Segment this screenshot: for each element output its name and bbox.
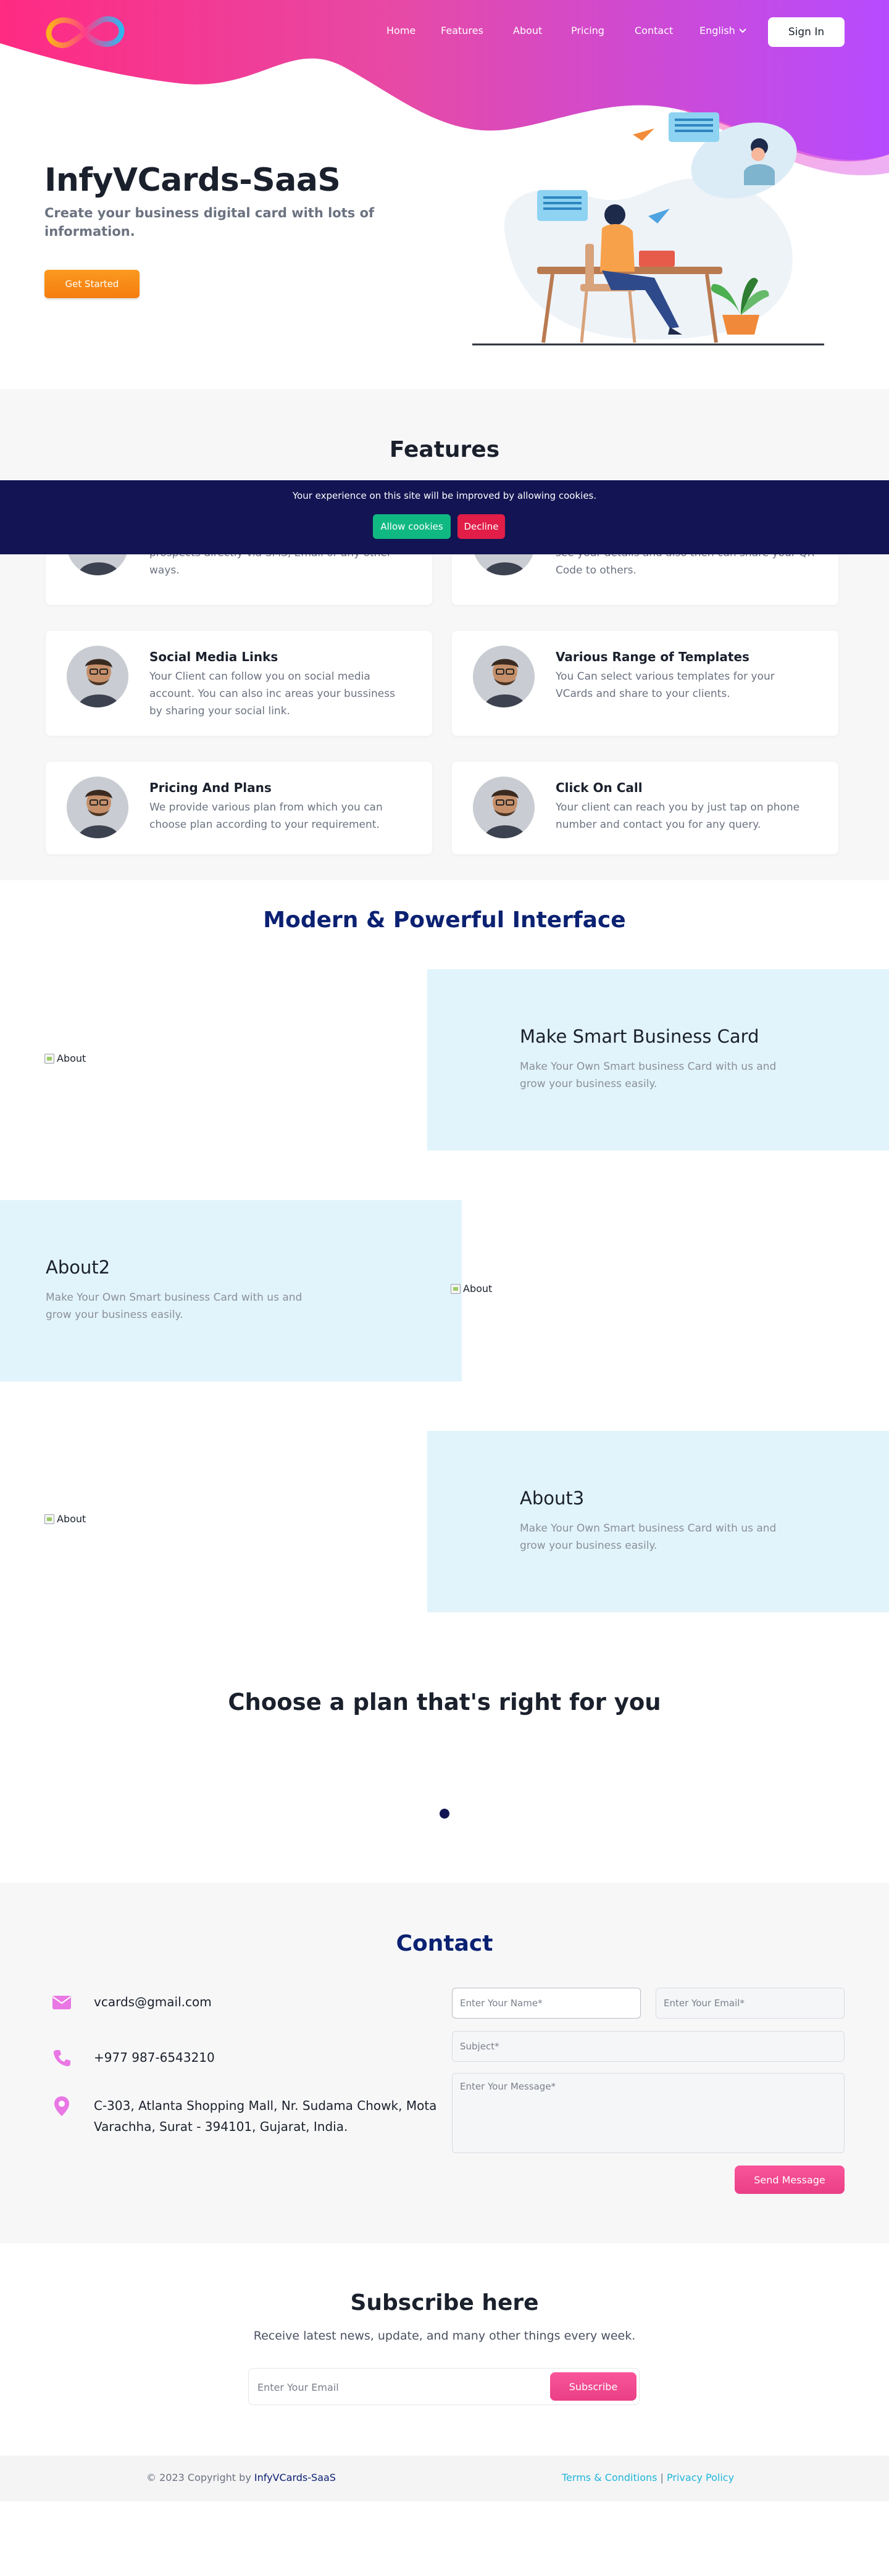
features-title: Features [389, 437, 500, 462]
allow-cookies-button[interactable]: Allow cookies [373, 514, 451, 539]
decline-cookies-button[interactable]: Decline [457, 514, 505, 539]
brand-logo[interactable] [43, 11, 127, 53]
location-pin-icon [51, 2095, 73, 2117]
name-input[interactable] [452, 1988, 641, 2019]
feature-text: You Can select various templates for you… [556, 670, 775, 700]
interface-block: About3 Make Your Own Smart business Card… [427, 1431, 889, 1612]
envelope-icon [51, 1991, 73, 2014]
person-avatar-icon [67, 646, 128, 707]
feature-card: Social Media Links Your Client can follo… [46, 631, 432, 736]
email-input[interactable] [656, 1988, 845, 2019]
contact-email: vcards@gmail.com [51, 1991, 212, 2014]
about-image: About [451, 1283, 492, 1294]
chevron-down-icon [739, 28, 746, 33]
subscribe-email-input[interactable] [257, 2375, 529, 2399]
interface-title: Modern & Powerful Interface [263, 907, 626, 933]
feature-text: Your client can reach you by just tap on… [556, 801, 800, 831]
subscribe-form: Subscribe [248, 2368, 640, 2405]
hero-section: Home Features About Pricing Contact Engl… [0, 0, 889, 389]
nav-home[interactable]: Home [386, 25, 415, 36]
feature-card: Pricing And Plans We provide various pla… [46, 762, 432, 854]
feature-text: Your Client can follow you on social med… [149, 670, 395, 717]
hero-title: InfyVCards-SaaS [44, 162, 341, 199]
contact-phone: +977 987-6543210 [51, 2047, 215, 2069]
get-started-button[interactable]: Get Started [44, 270, 140, 298]
feature-title: Pricing And Plans [149, 780, 272, 795]
interface-block: About2 Make Your Own Smart business Card… [0, 1200, 462, 1382]
avatar [473, 777, 535, 838]
interface-block-text: Make Your Own Smart business Card with u… [520, 1522, 777, 1552]
person-avatar-icon [67, 777, 128, 838]
about-image: About [44, 1513, 86, 1525]
interface-block-title: Make Smart Business Card [520, 1026, 759, 1047]
subscribe-title: Subscribe here [350, 2290, 539, 2315]
contact-phone-text[interactable]: +977 987-6543210 [94, 2047, 215, 2068]
contact-address: C-303, Atlanta Shopping Mall, Nr. Sudama… [51, 2095, 452, 2137]
subscribe-text: Receive latest news, update, and many ot… [253, 2329, 636, 2343]
terms-link[interactable]: Terms & Conditions [562, 2472, 657, 2483]
nav-contact[interactable]: Contact [635, 25, 673, 36]
feature-card: Click On Call Your client can reach you … [452, 762, 838, 854]
nav-pricing[interactable]: Pricing [571, 25, 604, 36]
image-alt-text: About [57, 1513, 86, 1525]
broken-image-icon [44, 1514, 54, 1524]
avatar [67, 777, 128, 838]
privacy-link[interactable]: Privacy Policy [667, 2472, 734, 2483]
plans-title: Choose a plan that's right for you [228, 1689, 661, 1715]
broken-image-icon [451, 1283, 461, 1294]
footer: © 2023 Copyright by InfyVCards-SaaS Term… [0, 2456, 889, 2501]
copyright-text: © 2023 Copyright by [146, 2472, 251, 2483]
about-image: About [44, 1052, 86, 1064]
image-alt-text: About [463, 1283, 493, 1294]
feature-title: Social Media Links [149, 649, 278, 664]
image-alt-text: About [57, 1052, 86, 1064]
avatar [67, 646, 128, 707]
sign-in-button[interactable]: Sign In [768, 17, 845, 47]
hero-subtitle: Create your business digital card with l… [44, 206, 375, 239]
interface-block-text: Make Your Own Smart business Card with u… [46, 1291, 303, 1321]
feature-text: We provide various plan from which you c… [149, 801, 383, 831]
cookie-banner: Your experience on this site will be imp… [0, 480, 889, 554]
interface-block-text: Make Your Own Smart business Card with u… [520, 1061, 777, 1090]
cookie-message: Your experience on this site will be imp… [292, 490, 597, 501]
hero-illustration [472, 112, 824, 346]
phone-icon [51, 2047, 73, 2069]
nav-features[interactable]: Features [441, 25, 483, 36]
broken-image-icon [44, 1053, 54, 1064]
subscribe-button[interactable]: Subscribe [550, 2372, 636, 2401]
copyright-brand[interactable]: InfyVCards-SaaS [254, 2472, 336, 2483]
feature-card: Various Range of Templates You Can selec… [452, 631, 838, 736]
copyright: © 2023 Copyright by InfyVCards-SaaS [146, 2472, 336, 2483]
nav-about[interactable]: About [513, 25, 542, 36]
interface-block-title: About3 [520, 1488, 585, 1509]
carousel-dot[interactable] [440, 1809, 449, 1819]
footer-separator: | [660, 2472, 664, 2483]
footer-links: Terms & Conditions | Privacy Policy [562, 2472, 734, 2483]
avatar [473, 646, 535, 707]
subject-input[interactable] [452, 2031, 845, 2062]
contact-title: Contact [396, 1931, 493, 1956]
interface-block: Make Smart Business Card Make Your Own S… [427, 969, 889, 1151]
features-section: Features prospects directly via SMS, Ema… [0, 389, 889, 880]
send-message-button[interactable]: Send Message [735, 2165, 845, 2194]
contact-address-text: C-303, Atlanta Shopping Mall, Nr. Sudama… [94, 2098, 437, 2134]
contact-email-text[interactable]: vcards@gmail.com [94, 1991, 212, 2012]
feature-title: Click On Call [556, 780, 643, 795]
interface-block-title: About2 [46, 1257, 111, 1278]
person-avatar-icon [473, 777, 535, 838]
language-dropdown[interactable]: English [699, 25, 746, 36]
language-label: English [699, 25, 735, 36]
feature-title: Various Range of Templates [556, 649, 749, 664]
person-avatar-icon [473, 646, 535, 707]
message-textarea[interactable] [452, 2073, 845, 2153]
